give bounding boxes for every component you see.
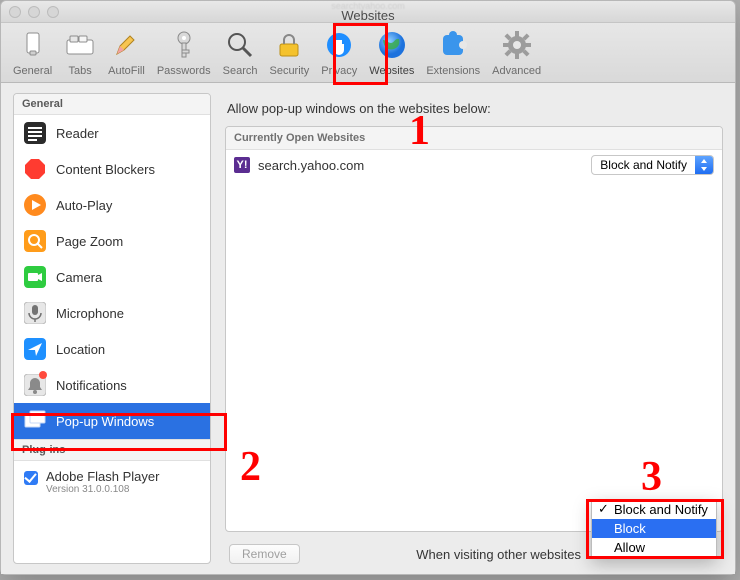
tab-passwords[interactable]: Passwords xyxy=(151,27,217,79)
annotation-box-1 xyxy=(333,23,388,85)
key-icon xyxy=(168,29,200,61)
sidebar-item-page-zoom[interactable]: Page Zoom xyxy=(14,223,210,259)
sidebar-item-label: Microphone xyxy=(56,306,124,321)
plugin-version: Version 31.0.0.108 xyxy=(46,484,159,495)
annotation-box-3 xyxy=(586,499,724,559)
sidebar-item-label: Reader xyxy=(56,126,99,141)
other-websites-label: When visiting other websites xyxy=(312,547,581,562)
switch-icon xyxy=(17,29,49,61)
stop-icon xyxy=(24,158,46,180)
remove-button[interactable]: Remove xyxy=(229,544,300,564)
chevrons-icon xyxy=(695,156,713,174)
puzzle-icon xyxy=(437,29,469,61)
annotation-number-3: 3 xyxy=(641,453,662,501)
zoom-icon xyxy=(24,230,46,252)
website-hostname: search.yahoo.com xyxy=(258,158,583,173)
annotation-box-2 xyxy=(11,413,227,451)
play-icon xyxy=(24,194,46,216)
tab-autofill[interactable]: AutoFill xyxy=(102,27,151,79)
sidebar-item-label: Location xyxy=(56,342,105,357)
titlebar: searchtyahoo.com Websites xyxy=(1,1,735,23)
sidebar-item-label: Notifications xyxy=(56,378,127,393)
yahoo-favicon-icon: Y! xyxy=(234,157,250,173)
sidebar-item-notifications[interactable]: Notifications xyxy=(14,367,210,403)
tab-search[interactable]: Search xyxy=(217,27,264,79)
sidebar-item-label: Camera xyxy=(56,270,102,285)
location-icon xyxy=(24,338,46,360)
tabs-icon xyxy=(64,29,96,61)
tab-extensions[interactable]: Extensions xyxy=(420,27,486,79)
annotation-number-2: 2 xyxy=(240,443,261,491)
sidebar-item-location[interactable]: Location xyxy=(14,331,210,367)
reader-icon xyxy=(24,122,46,144)
list-header: Currently Open Websites xyxy=(226,127,722,150)
sidebar-group-general: General xyxy=(14,94,210,115)
plugin-name: Adobe Flash Player xyxy=(46,469,159,484)
window-title: Websites xyxy=(1,11,735,21)
tab-general[interactable]: General xyxy=(7,27,58,79)
website-row[interactable]: Y! search.yahoo.com Block and Notify xyxy=(226,150,722,180)
settings-sidebar: General Reader Content Blockers Auto-Pla… xyxy=(13,93,211,564)
sidebar-item-camera[interactable]: Camera xyxy=(14,259,210,295)
checkbox-icon[interactable] xyxy=(24,471,38,485)
plugin-flash[interactable]: Adobe Flash Player Version 31.0.0.108 xyxy=(14,461,210,503)
sidebar-item-label: Page Zoom xyxy=(56,234,123,249)
title-obscured: searchtyahoo.com xyxy=(1,1,735,11)
tab-security[interactable]: Security xyxy=(263,27,315,79)
sidebar-item-content-blockers[interactable]: Content Blockers xyxy=(14,151,210,187)
pencil-icon xyxy=(110,29,142,61)
sidebar-item-label: Content Blockers xyxy=(56,162,155,177)
tab-advanced[interactable]: Advanced xyxy=(486,27,547,79)
sidebar-item-microphone[interactable]: Microphone xyxy=(14,295,210,331)
annotation-number-1: 1 xyxy=(409,107,430,155)
sidebar-item-label: Auto-Play xyxy=(56,198,112,213)
lock-icon xyxy=(273,29,305,61)
gear-icon xyxy=(501,29,533,61)
preferences-window: searchtyahoo.com Websites General Tabs A… xyxy=(0,0,736,575)
detail-heading: Allow pop-up windows on the websites bel… xyxy=(227,101,723,116)
sidebar-item-reader[interactable]: Reader xyxy=(14,115,210,151)
row-setting-select[interactable]: Block and Notify xyxy=(591,155,714,175)
camera-icon xyxy=(24,266,46,288)
sidebar-item-auto-play[interactable]: Auto-Play xyxy=(14,187,210,223)
magnifier-icon xyxy=(224,29,256,61)
microphone-icon xyxy=(24,302,46,324)
badge-icon xyxy=(39,371,47,379)
tab-tabs[interactable]: Tabs xyxy=(58,27,102,79)
